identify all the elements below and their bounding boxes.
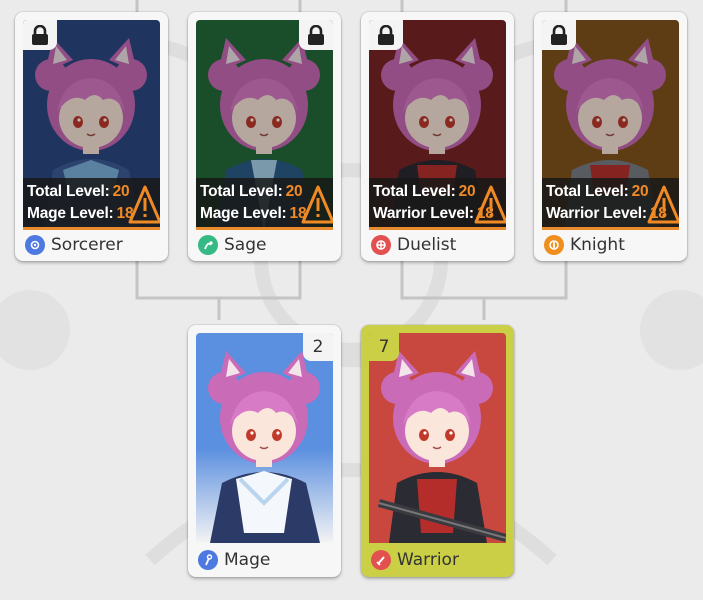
class-card-warrior[interactable]: 7 Warrior	[361, 325, 514, 577]
requirements-panel: Total Level: 20 Warrior Level: 18	[369, 178, 506, 230]
class-level-label: Warrior Level:	[546, 205, 647, 222]
requirements-panel: Total Level: 20 Warrior Level: 18	[542, 178, 679, 230]
total-level-value: 20	[112, 183, 130, 200]
class-name-knight: Knight	[570, 235, 625, 255]
total-level-value: 20	[285, 183, 303, 200]
lock-icon	[551, 25, 567, 45]
class-card-mage[interactable]: 2 Mage	[188, 325, 341, 577]
total-level-label: Total Level:	[27, 183, 110, 200]
total-level-label: Total Level:	[546, 183, 629, 200]
warning-triangle-icon	[301, 185, 333, 224]
class-name-sorcerer: Sorcerer	[51, 235, 123, 255]
class-name-mage: Mage	[224, 550, 271, 570]
lock-badge	[299, 20, 333, 50]
portrait-mage: 2	[196, 333, 333, 543]
warning-triangle-icon	[128, 185, 160, 224]
warning-triangle-icon	[647, 185, 679, 224]
knight-class-icon	[544, 235, 564, 255]
total-level-value: 20	[631, 183, 649, 200]
class-name-duelist: Duelist	[397, 235, 457, 255]
warrior-character-art	[369, 333, 506, 543]
class-card-duelist[interactable]: Total Level: 20 Warrior Level: 18 Duelist	[361, 12, 514, 261]
lock-icon	[378, 25, 394, 45]
lock-badge	[23, 20, 57, 50]
lock-icon	[32, 25, 48, 45]
lock-badge	[542, 20, 576, 50]
portrait-duelist: Total Level: 20 Warrior Level: 18	[369, 20, 506, 230]
mage-character-art	[196, 333, 333, 543]
class-name-sage: Sage	[224, 235, 267, 255]
class-level-badge: 7	[369, 333, 399, 361]
warning-triangle-icon	[474, 185, 506, 224]
total-level-value: 20	[458, 183, 476, 200]
sage-class-icon	[198, 235, 218, 255]
class-card-knight[interactable]: Total Level: 20 Warrior Level: 18 Knight	[534, 12, 687, 261]
lock-badge	[369, 20, 403, 50]
portrait-knight: Total Level: 20 Warrior Level: 18	[542, 20, 679, 230]
class-level-label: Warrior Level:	[373, 205, 474, 222]
requirements-panel: Total Level: 20 Mage Level: 18	[23, 178, 160, 230]
class-level-label: Mage Level:	[200, 205, 287, 222]
class-card-sage[interactable]: Total Level: 20 Mage Level: 18 Sage	[188, 12, 341, 261]
sorcerer-class-icon	[25, 235, 45, 255]
class-name-warrior: Warrior	[397, 550, 459, 570]
portrait-sorcerer: Total Level: 20 Mage Level: 18	[23, 20, 160, 230]
class-level-badge: 2	[303, 333, 333, 361]
mage-class-icon	[198, 550, 218, 570]
total-level-label: Total Level:	[200, 183, 283, 200]
duelist-class-icon	[371, 235, 391, 255]
requirements-panel: Total Level: 20 Mage Level: 18	[196, 178, 333, 230]
portrait-sage: Total Level: 20 Mage Level: 18	[196, 20, 333, 230]
class-level-count: 7	[378, 337, 390, 357]
warrior-class-icon	[371, 550, 391, 570]
class-level-count: 2	[312, 337, 324, 357]
lock-icon	[308, 25, 324, 45]
total-level-label: Total Level:	[373, 183, 456, 200]
class-card-sorcerer[interactable]: Total Level: 20 Mage Level: 18 Sorcerer	[15, 12, 168, 261]
portrait-warrior: 7	[369, 333, 506, 543]
class-level-label: Mage Level:	[27, 205, 114, 222]
